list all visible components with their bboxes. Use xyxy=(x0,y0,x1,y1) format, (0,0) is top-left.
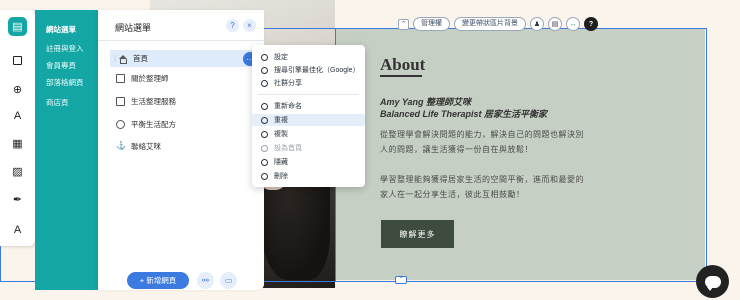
chat-icon xyxy=(704,275,721,291)
page-label: 首頁 xyxy=(133,54,148,63)
category-blog-pages[interactable]: 部落格網頁 xyxy=(46,77,84,88)
menu-item-copy[interactable]: 複製 xyxy=(252,128,365,140)
category-signup-login[interactable]: 註冊與登入 xyxy=(46,43,84,54)
eye-icon xyxy=(261,158,268,166)
drag-handle-icon[interactable]: ⋮ xyxy=(112,55,118,62)
menu-item-label: 重新命名 xyxy=(274,103,302,110)
apps-icon[interactable]: ▦ xyxy=(8,134,27,153)
theme-icon[interactable]: A xyxy=(8,106,27,125)
home-icon xyxy=(118,54,127,64)
close-icon[interactable]: × xyxy=(243,19,256,32)
help-icon[interactable]: ? xyxy=(226,19,239,32)
menu-item-hide[interactable]: 隱藏 xyxy=(252,156,365,168)
menu-item-seo[interactable]: 搜尋引擎最佳化（Google） xyxy=(252,64,365,76)
about-title-underline xyxy=(380,75,422,77)
section-toolbar: ⌃ 管理權 變更帶狀區片背景 ♟ ▤ ↔ ? xyxy=(398,17,598,31)
menu-item-label: 搜尋引擎最佳化（Google） xyxy=(274,67,360,74)
site-menu-panel: 網站選單 ? × ⋮ 首頁 … 關於整理師 生活整理服務 平衡生活配方 ⚓ 聯絡… xyxy=(98,10,264,290)
home-icon xyxy=(261,144,268,152)
duplicate-icon xyxy=(261,116,268,124)
share-icon xyxy=(261,79,268,87)
menu-divider xyxy=(258,94,359,95)
trash-icon xyxy=(261,172,268,180)
category-site-menu[interactable]: 網站選單 xyxy=(46,24,76,35)
change-background-button[interactable]: 變更帶狀區片背景 xyxy=(454,17,526,31)
blog-icon[interactable]: ✒ xyxy=(8,190,27,209)
menu-item-duplicate[interactable]: 重複 xyxy=(252,114,365,126)
about-paragraph-1: 從整理學會解決問題的能力，解決自己的問題也解決別人的問題，讓生活獲得一份自在與放… xyxy=(380,130,584,154)
menu-item-label: 設為首頁 xyxy=(274,145,302,152)
add-page-button[interactable]: + 新增網頁 xyxy=(127,272,189,289)
menu-item-settings[interactable]: 設定 xyxy=(252,51,365,63)
page-actions-menu: 設定 搜尋引擎最佳化（Google） 社群分享 重新命名 重複 複製 設為首頁 … xyxy=(252,45,365,187)
background-icon[interactable] xyxy=(8,51,27,70)
about-subtitle-role: Balanced Life Therapist 居家生活平衡家 xyxy=(380,109,548,119)
menu-item-label: 設定 xyxy=(274,54,288,61)
page-label: 生活整理服務 xyxy=(131,97,176,106)
help-icon[interactable]: ? xyxy=(584,17,598,31)
page-row-services[interactable]: 生活整理服務 xyxy=(110,93,254,110)
link-icon: ⚓ xyxy=(116,141,126,150)
add-folder-icon[interactable]: ▭ xyxy=(220,272,237,289)
menu-item-label: 隱藏 xyxy=(274,159,288,166)
manage-button[interactable]: 管理權 xyxy=(413,17,450,31)
seo-icon xyxy=(261,66,268,74)
store-icon[interactable]: A xyxy=(8,220,27,239)
animation-icon[interactable]: ♟ xyxy=(530,17,544,31)
header-divider xyxy=(98,40,264,41)
move-up-icon[interactable]: ⌃ xyxy=(398,18,409,30)
category-store-pages[interactable]: 商店頁 xyxy=(46,97,69,108)
menus-pages-icon[interactable]: ▤ xyxy=(8,17,27,36)
menu-item-label: 重複 xyxy=(274,117,288,124)
add-link-icon[interactable]: ⚯ xyxy=(197,272,214,289)
dropdown-page-icon xyxy=(116,120,125,129)
site-menu-title: 網站選單 xyxy=(115,23,152,33)
chat-button[interactable] xyxy=(696,265,729,298)
layout-icon[interactable]: ▤ xyxy=(548,17,562,31)
page-label: 關於整理師 xyxy=(131,74,169,83)
learn-more-button[interactable]: 瞭解更多 xyxy=(381,220,454,248)
page-row-contact[interactable]: ⚓ 聯絡艾咪 xyxy=(110,138,254,155)
page-icon xyxy=(116,97,125,106)
page-row-recipe[interactable]: 平衡生活配方 xyxy=(110,116,254,133)
rename-icon xyxy=(261,102,268,110)
category-member-pages[interactable]: 會員專頁 xyxy=(46,60,76,71)
about-paragraph-2: 學習整理能夠獲得居家生活的空間平衡，進而和最愛的家人在一起分享生活，彼此互相鼓勵… xyxy=(380,175,584,199)
stretch-icon[interactable]: ↔ xyxy=(566,17,580,31)
menu-item-delete[interactable]: 刪除 xyxy=(252,170,365,182)
menu-item-label: 刪除 xyxy=(274,173,288,180)
menu-item-rename[interactable]: 重新命名 xyxy=(252,100,365,112)
page-icon xyxy=(116,74,125,83)
page-label: 聯絡艾咪 xyxy=(131,142,161,151)
menu-item-social-share[interactable]: 社群分享 xyxy=(252,77,365,89)
about-title: About xyxy=(380,55,426,74)
settings-icon xyxy=(261,53,268,61)
menu-item-label: 社群分享 xyxy=(274,80,302,87)
add-element-icon[interactable]: ⊕ xyxy=(8,80,27,99)
menu-item-label: 複製 xyxy=(274,131,288,138)
editor-left-rail: ▤ ⊕ A ▦ ▨ ✒ A xyxy=(0,10,35,246)
menu-item-set-homepage: 設為首頁 xyxy=(252,142,365,154)
media-icon[interactable]: ▨ xyxy=(8,162,27,181)
page-row-home[interactable]: ⋮ 首頁 … xyxy=(110,50,257,67)
page-row-about[interactable]: 關於整理師 xyxy=(110,70,254,87)
resize-handle[interactable]: ⌃ xyxy=(395,276,407,284)
copy-icon xyxy=(261,130,268,138)
page-label: 平衡生活配方 xyxy=(131,120,176,129)
